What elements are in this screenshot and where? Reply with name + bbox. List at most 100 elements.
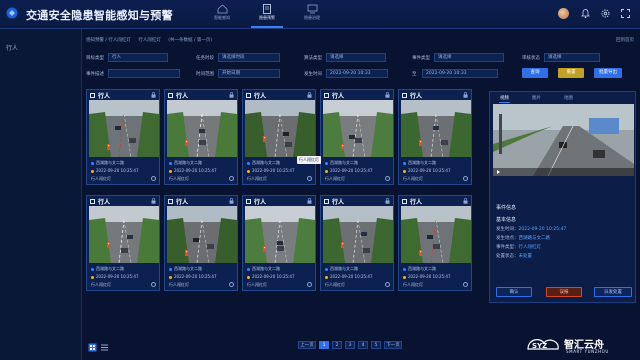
card-checkbox[interactable] [246,198,251,204]
page-button[interactable]: 2 [332,341,342,349]
breadcrumb-item[interactable]: 感知预警 / 行人闯红灯 [86,38,131,43]
event-card[interactable]: 行人 西湖路与文二路 2022-09-20 10:25:47 行人闯红灯 [242,89,316,185]
end-time-input[interactable]: 2022-09-20 10:33 [422,69,498,78]
algorithm-select[interactable]: 请选择 [326,53,386,62]
filter-label: 目标类型 [86,56,104,61]
document-icon [263,4,271,14]
lock-icon[interactable] [463,198,468,204]
dispatch-button[interactable]: 派发处置 [594,287,632,297]
lock-icon[interactable] [307,92,312,98]
gear-icon[interactable] [600,8,611,19]
time-range-select[interactable]: 开始日期 [218,69,280,78]
home-link[interactable]: 回到首页 [616,37,634,43]
event-card[interactable]: 行人 西湖路与文二路 2022-09-20 10:25:47 行人闯红灯 [320,195,394,291]
camera-snapshot[interactable] [245,100,315,157]
card-header: 行人 [165,196,237,206]
lock-icon[interactable] [151,198,156,204]
camera-snapshot[interactable] [245,206,315,263]
camera-snapshot[interactable] [89,100,159,157]
camera-snapshot[interactable] [89,206,159,263]
card-time: 2022-09-20 10:25:47 [169,274,216,279]
lock-icon[interactable] [385,92,390,98]
lock-icon[interactable] [385,198,390,204]
tab-map[interactable]: 地图 [564,95,573,101]
card-checkbox[interactable] [402,198,407,204]
more-icon[interactable] [463,176,468,181]
card-checkbox[interactable] [402,92,407,98]
camera-snapshot[interactable] [401,100,471,157]
prev-page-button[interactable]: 上一页 [298,341,316,349]
false-alarm-button[interactable]: 误报 [546,287,582,297]
page-button[interactable]: 3 [345,341,355,349]
event-card[interactable]: 行人 西湖路与文二路 2022-09-20 10:25:47 行人闯红灯 [320,89,394,185]
camera-snapshot[interactable] [323,206,393,263]
event-card[interactable]: 行人 西湖路与文二路 2022-09-20 10:25:47 行人闯红灯 [398,195,472,291]
card-meta: 行人闯红灯 [403,176,423,182]
event-card[interactable]: 行人 西湖路与文二路 2022-09-20 10:25:47 行人闯红灯 [86,89,160,185]
next-page-button[interactable]: 下一页 [384,341,402,349]
more-icon[interactable] [229,176,234,181]
nav-warning[interactable]: 隐患预警 [245,0,289,28]
lock-icon[interactable] [229,198,234,204]
nav-perception[interactable]: 智能感知 [200,0,244,28]
page-button[interactable]: 5 [371,341,381,349]
reset-button[interactable]: 重置 [558,68,584,78]
lock-icon[interactable] [229,92,234,98]
event-card[interactable]: 行人 西湖路与文二路 2022-09-20 10:25:47 行人闯红灯 [164,195,238,291]
more-icon[interactable] [151,282,156,287]
card-location-text: 西湖路与文二路 [96,266,124,271]
card-checkbox[interactable] [90,198,95,204]
grid-view-icon[interactable] [88,343,97,352]
card-checkbox[interactable] [324,92,329,98]
event-card[interactable]: 行人 西湖路与文二路 2022-09-20 10:25:47 行人闯红灯 [242,195,316,291]
card-meta-text: 行人闯红灯 [325,176,345,181]
user-avatar[interactable] [558,8,569,19]
event-card[interactable]: 行人 西湖路与文二路 2022-09-20 10:25:47 行人闯红灯 [398,89,472,185]
search-button[interactable]: 查询 [522,68,548,78]
event-card[interactable]: 行人 西湖路与文二路 2022-09-20 10:25:47 行人闯红灯 [164,89,238,185]
card-checkbox[interactable] [324,198,329,204]
more-icon[interactable] [463,282,468,287]
target-type-select[interactable]: 行人 [108,53,168,62]
more-icon[interactable] [229,282,234,287]
camera-snapshot[interactable] [167,206,237,263]
card-checkbox[interactable] [246,92,251,98]
page-button[interactable]: 1 [319,341,329,349]
camera-snapshot[interactable] [323,100,393,157]
more-icon[interactable] [385,176,390,181]
bell-icon[interactable] [580,8,591,19]
camera-snapshot[interactable] [401,206,471,263]
sidebar-item-pedestrian[interactable]: 行人 [6,43,18,52]
tab-video[interactable]: 视频 [499,95,510,103]
card-checkbox[interactable] [90,92,95,98]
nav-governance[interactable]: 隐患治理 [290,0,334,28]
breadcrumb-item[interactable]: 行人闯红灯 [138,38,161,43]
card-checkbox[interactable] [168,198,173,204]
more-icon[interactable] [307,176,312,181]
lock-icon[interactable] [463,92,468,98]
card-checkbox[interactable] [168,92,173,98]
page-button[interactable]: 4 [358,341,368,349]
list-view-icon[interactable] [100,343,109,352]
event-type-select[interactable]: 请选择 [434,53,504,62]
lock-icon[interactable] [307,198,312,204]
fullscreen-icon[interactable] [620,8,631,19]
lock-icon[interactable] [151,92,156,98]
confirm-button[interactable]: 确认 [496,287,532,297]
audit-status-select[interactable]: 请选择 [544,53,600,62]
event-desc-input[interactable] [108,69,180,78]
video-player[interactable] [493,104,634,176]
task-period-select[interactable]: 请选择时段 [218,53,280,62]
start-time-input[interactable]: 2022-09-20 10:33 [326,69,388,78]
monitor-icon [307,4,317,14]
card-header: 行人 [321,90,393,100]
more-icon[interactable] [307,282,312,287]
field-row: 发生地点：西湖路与文二路 [496,235,550,241]
more-icon[interactable] [151,176,156,181]
more-icon[interactable] [385,282,390,287]
tab-image[interactable]: 图片 [532,95,541,101]
export-button[interactable]: 批量导出 [594,68,622,78]
card-location-text: 西湖路与文二路 [252,266,280,271]
camera-snapshot[interactable] [167,100,237,157]
event-card[interactable]: 行人 西湖路与文二路 2022-09-20 10:25:47 行人闯红灯 [86,195,160,291]
